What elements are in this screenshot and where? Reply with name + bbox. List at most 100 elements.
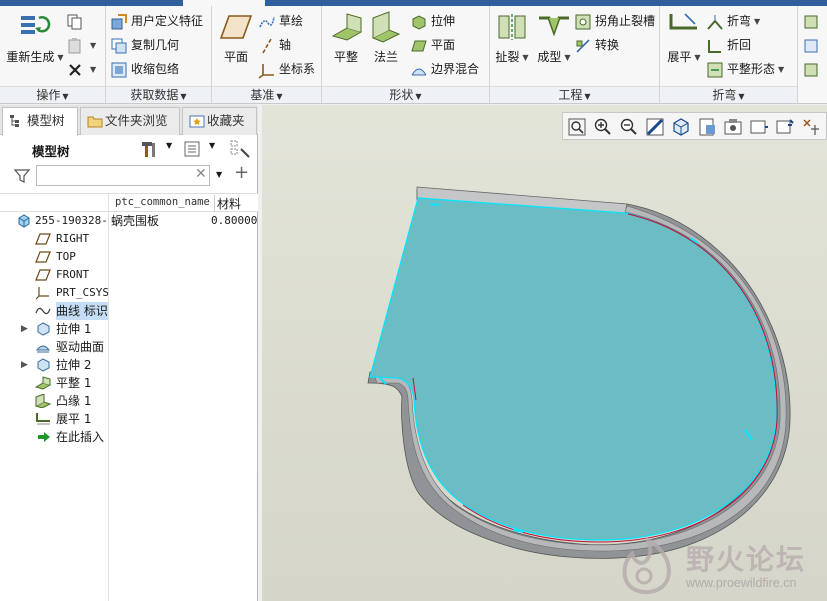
flange-wall-icon [371,11,401,43]
tree-root-row[interactable]: 255-190328-1 蜗壳围板 0.80000 [0,212,258,230]
folder-icon [87,116,103,128]
tree-item-extrude-2[interactable]: ▶ 拉伸 2 [0,356,258,374]
tree-item-driving-surface[interactable]: 驱动曲面 [0,338,258,356]
shrinkwrap-icon [111,62,127,77]
sketch-button[interactable]: 草绘 [258,10,303,32]
group-engineering-label[interactable]: 工程 ▼ [490,86,659,103]
rip-label: 扯裂 [495,50,520,64]
tree-filter-settings-icon[interactable] [229,139,251,159]
tree-item-front[interactable]: FRONT [0,266,258,284]
tree-item-curve[interactable]: 曲线 标识 [0,302,258,320]
group-shapes-label[interactable]: 形状 ▼ [322,86,489,103]
group-get-data-label[interactable]: 获取数据 ▼ [106,86,211,103]
expand-arrow-icon[interactable]: ▶ [21,356,28,374]
tree-item-flat-1[interactable]: 平整 1 [0,374,258,392]
add-filter-icon[interactable]: + [234,162,249,183]
cutoff-button-2[interactable] [802,34,823,56]
csys-tree-icon [35,287,49,300]
bend-back-icon [708,39,721,53]
csys-button[interactable]: 坐标系 [258,58,315,80]
rip-icon [498,14,526,40]
tree-item-flange-1[interactable]: 凸缘 1 [0,392,258,410]
flange-button[interactable]: 法兰 [366,10,406,65]
zoom-out-icon[interactable] [619,117,639,137]
convert-button[interactable]: 转换 [574,34,619,56]
shapes-label-text: 形状 [389,88,414,102]
datum-plane-icon-front [35,269,51,281]
flat-button[interactable]: 平整 [326,10,366,65]
regenerate-label: 重新生成 [6,50,55,64]
search-dropdown-icon[interactable]: ▼ [216,170,222,179]
delete-button[interactable]: ▼ [66,58,96,80]
display-style-icon[interactable] [671,117,691,137]
graphics-window[interactable] [262,105,827,601]
boundary-blend-button[interactable]: 边界混合 [410,58,479,80]
datum-plane-button[interactable]: 平面 [216,10,256,65]
udf-icon [111,13,127,29]
expand-arrow-icon[interactable]: ▶ [21,320,28,338]
view-manager-icon[interactable] [723,117,743,137]
cutoff-button-3[interactable] [802,58,823,80]
form-button[interactable]: 成型 ▼ [532,10,576,65]
tree-item-top[interactable]: TOP [0,248,258,266]
group-datum-label[interactable]: 基准 ▼ [212,86,321,103]
delete-icon [69,63,81,76]
bend-back-button[interactable]: 折回 [706,34,751,56]
copy-button[interactable] [66,10,87,32]
root-material: 0.80000 [211,214,257,227]
axis-button[interactable]: 轴 [258,34,291,56]
tree-item-extrude-1[interactable]: ▶ 拉伸 1 [0,320,258,338]
group-operations-label[interactable]: 操作 ▼ [0,86,105,103]
datum-label-text: 基准 [250,88,275,102]
copy-geometry-button[interactable]: 复制几何 [110,34,179,56]
tree-item-insert-here[interactable]: 在此插入 [0,428,258,446]
cutoff-button-1[interactable] [802,10,823,32]
tab-model-tree[interactable]: 模型树 [2,107,78,136]
shape-plane-button[interactable]: 平面 [410,34,455,56]
annotation-display-icon[interactable] [801,117,821,137]
cutoff-icon-1 [804,15,818,28]
tree-label-flat-1: 平整 1 [56,376,92,390]
view-toolbar [562,112,827,140]
repaint-icon[interactable] [645,117,665,137]
column-material[interactable]: 材料 [214,195,241,212]
model-tree-icon [10,115,19,127]
shrinkwrap-button[interactable]: 收缩包络 [110,58,179,80]
tree-item-unbend-1[interactable]: 展平 1 [0,410,258,428]
show-options-icon[interactable] [183,140,201,158]
rip-button[interactable]: 扯裂 ▼ [492,10,532,65]
saved-views-icon[interactable] [697,117,717,137]
paste-button[interactable]: ▼ [66,34,96,56]
clear-search-icon[interactable]: ✕ [195,166,207,182]
regenerate-icon [21,16,51,34]
flange-tree-icon [35,394,51,408]
tree-item-right[interactable]: RIGHT [0,230,258,248]
perspective-view-icon[interactable] [749,117,769,137]
unbend-button[interactable]: 展平 ▼ [662,10,706,65]
tree-search-input[interactable] [36,165,210,186]
settings-tools-icon[interactable] [140,140,160,158]
root-common-name: 蜗壳围板 [111,214,160,228]
curve-icon [35,307,51,315]
refit-icon[interactable] [567,117,587,137]
column-common-name[interactable]: ptc_common_name [115,196,210,208]
part-model-view[interactable] [262,105,827,601]
corner-relief-button[interactable]: 拐角止裂槽 [574,10,655,32]
tree-item-csys[interactable]: PRT_CSYS_ [0,284,258,302]
flatten-form-button[interactable]: 平整形态 ▼ [706,58,784,80]
show-dropdown-icon[interactable]: ▼ [209,141,215,150]
settings-dropdown-icon[interactable]: ▼ [166,141,172,150]
tree-label-extrude-2: 拉伸 2 [56,358,92,372]
group-bends-label[interactable]: 折弯 ▼ [660,86,797,103]
datum-display-icon[interactable] [775,117,795,137]
bend-button[interactable]: 折弯 ▼ [706,10,760,32]
tab-folder-browser[interactable]: 文件夹浏览 [80,107,180,135]
zoom-in-icon[interactable] [593,117,613,137]
filter-icon[interactable] [14,168,30,184]
user-defined-feature-button[interactable]: 用户定义特征 [110,10,203,32]
tab-favorites[interactable]: 收藏夹 [182,107,257,135]
regenerate-button[interactable]: 重新生成 ▼ [6,10,64,65]
copy-geometry-label: 复制几何 [131,38,180,52]
extrude-button[interactable]: 拉伸 [410,10,455,32]
group-cutoff [798,6,827,104]
